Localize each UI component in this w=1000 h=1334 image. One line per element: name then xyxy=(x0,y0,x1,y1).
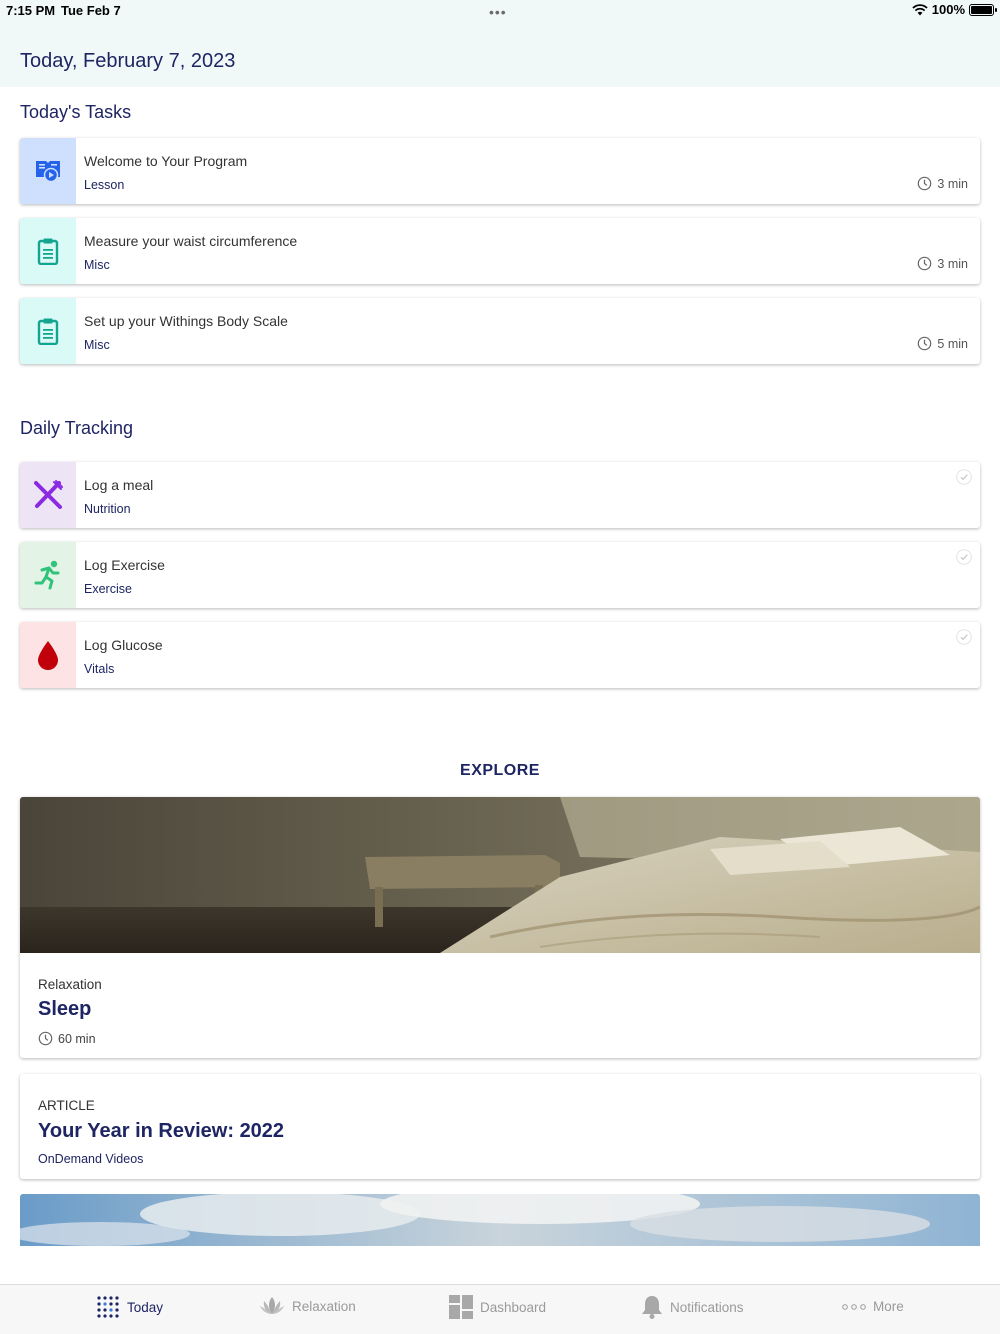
explore-heading: EXPLORE xyxy=(460,762,540,779)
task-icon-tile xyxy=(20,218,76,284)
header-band: 7:15 PM Tue Feb 7 ••• 100% Today, Februa… xyxy=(0,0,1000,87)
status-indicators: 100% xyxy=(912,2,997,17)
tab-more[interactable]: More xyxy=(842,1299,904,1314)
tab-relaxation[interactable]: Relaxation xyxy=(259,1295,356,1317)
dashboard-grid-icon xyxy=(449,1295,473,1319)
battery-level xyxy=(971,5,992,14)
task-duration: 5 min xyxy=(917,336,968,351)
page-title: Today, February 7, 2023 xyxy=(20,50,236,72)
tab-label: Relaxation xyxy=(292,1298,356,1314)
article-source: OnDemand Videos xyxy=(38,1152,144,1166)
tracking-section-title: Daily Tracking xyxy=(20,418,134,438)
clipboard-icon xyxy=(37,238,59,265)
clipboard-icon xyxy=(37,318,59,345)
clock-icon xyxy=(918,256,932,271)
task-title: Set up your Withings Body Scale xyxy=(84,313,288,329)
task-card[interactable]: Welcome to Your Program Lesson 3 min xyxy=(20,138,980,204)
tracking-icon-tile xyxy=(20,462,76,528)
task-duration: 3 min xyxy=(917,176,968,191)
tracking-type: Vitals xyxy=(84,662,115,676)
clock-icon xyxy=(918,176,932,191)
bedroom-photo xyxy=(20,797,980,953)
tab-label: Dashboard xyxy=(480,1299,547,1315)
task-card[interactable]: Measure your waist circumference Misc 3 … xyxy=(20,218,980,284)
tracking-type: Exercise xyxy=(84,582,132,596)
task-icon-tile xyxy=(20,138,76,204)
task-card[interactable]: Set up your Withings Body Scale Misc 5 m… xyxy=(20,298,980,364)
lesson-icon xyxy=(36,161,60,183)
tab-label: Today xyxy=(127,1299,164,1315)
article-card[interactable]: ARTICLE Your Year in Review: 2022 OnDema… xyxy=(20,1074,980,1179)
tracking-icon-tile xyxy=(20,622,76,688)
task-duration: 3 min xyxy=(917,256,968,271)
duration-text: 3 min xyxy=(937,176,968,191)
tracking-card[interactable]: Log Glucose Vitals xyxy=(20,622,980,688)
task-title: Measure your waist circumference xyxy=(84,233,298,249)
tracking-title: Log Exercise xyxy=(84,557,165,573)
today-screen: 7:15 PM Tue Feb 7 ••• 100% Today, Februa… xyxy=(0,0,1000,1334)
running-icon xyxy=(34,560,60,590)
feature-duration: 60 min xyxy=(38,1031,96,1046)
task-type: Lesson xyxy=(84,178,125,192)
wifi-icon xyxy=(912,3,928,15)
tracking-card[interactable]: Log Exercise Exercise xyxy=(20,542,980,608)
next-card-image[interactable] xyxy=(20,1194,980,1246)
fork-knife-icon xyxy=(34,480,63,509)
task-type: Misc xyxy=(84,338,110,352)
today-dots-icon xyxy=(97,1296,119,1318)
duration-text: 5 min xyxy=(937,336,968,351)
tracking-title: Log a meal xyxy=(84,477,154,493)
blood-drop-icon xyxy=(38,641,58,670)
check-icon[interactable] xyxy=(956,549,972,570)
multitasking-dots[interactable]: ••• xyxy=(489,4,507,20)
task-type: Misc xyxy=(84,258,110,272)
lotus-icon xyxy=(260,1297,284,1314)
article-title: Your Year in Review: 2022 xyxy=(38,1120,285,1142)
clock-icon xyxy=(38,1031,53,1046)
check-icon[interactable] xyxy=(956,629,972,650)
tab-dashboard[interactable]: Dashboard xyxy=(449,1295,546,1319)
tab-label: Notifications xyxy=(670,1299,744,1315)
battery-percent: 100% xyxy=(931,2,965,17)
battery-icon xyxy=(969,3,997,16)
tracking-icon-tile xyxy=(20,542,76,608)
sky-photo xyxy=(20,1194,980,1246)
clock-icon xyxy=(918,336,932,351)
tracking-title: Log Glucose xyxy=(84,637,163,653)
more-dots-icon xyxy=(842,1303,866,1310)
feature-title: Sleep xyxy=(38,998,92,1020)
task-icon-tile xyxy=(20,298,76,364)
tab-label: More xyxy=(873,1299,904,1314)
tasks-section-title: Today's Tasks xyxy=(20,102,132,122)
article-kind: ARTICLE xyxy=(38,1098,95,1113)
duration-text: 3 min xyxy=(937,256,968,271)
sleep-feature-card[interactable]: Relaxation Sleep 60 min xyxy=(20,797,980,1058)
check-icon[interactable] xyxy=(956,469,972,490)
status-time: 7:15 PM xyxy=(6,3,56,18)
tracking-card[interactable]: Log a meal Nutrition xyxy=(20,462,980,528)
duration-text: 60 min xyxy=(58,1031,96,1046)
tab-notifications[interactable]: Notifications xyxy=(641,1295,744,1319)
feature-category: Relaxation xyxy=(38,977,102,992)
status-date: Tue Feb 7 xyxy=(61,3,121,18)
bell-icon xyxy=(642,1296,662,1319)
tab-today[interactable]: Today xyxy=(96,1295,163,1319)
tracking-type: Nutrition xyxy=(84,502,131,516)
task-title: Welcome to Your Program xyxy=(84,153,248,169)
tab-bar: Today Relaxation Dashboard Notifications… xyxy=(0,1284,1000,1334)
